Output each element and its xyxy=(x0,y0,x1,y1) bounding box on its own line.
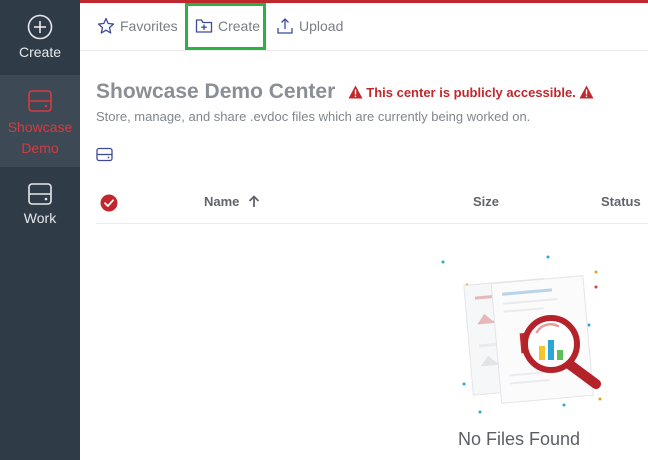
file-table-header: Name Size Status xyxy=(96,180,648,224)
sidebar-item-label: Work xyxy=(23,210,57,226)
page-subtitle: Store, manage, and share .evdoc files wh… xyxy=(96,109,531,124)
column-header-size[interactable]: Size xyxy=(473,194,499,209)
sidebar: Create Showcase Demo Work xyxy=(0,0,80,460)
arrow-up-icon xyxy=(249,195,260,207)
drive-icon xyxy=(28,90,52,112)
title-row: Showcase Demo Center This center is publ… xyxy=(96,80,597,104)
favorites-button[interactable]: Favorites xyxy=(97,15,178,37)
star-icon xyxy=(97,17,115,34)
warning-icon xyxy=(579,85,594,99)
favorites-label: Favorites xyxy=(120,18,178,34)
plus-circle-icon xyxy=(27,14,53,40)
drive-icon xyxy=(28,183,52,205)
create-label: Create xyxy=(218,18,261,34)
storage-icon[interactable] xyxy=(96,147,113,167)
sidebar-item-label: Showcase Demo xyxy=(7,119,73,156)
sidebar-item-label: Create xyxy=(18,44,62,60)
upload-button[interactable]: Upload xyxy=(276,15,343,37)
upload-icon xyxy=(277,18,293,34)
column-header-name[interactable]: Name xyxy=(204,194,260,209)
toolbar: Favorites Create Upload xyxy=(80,3,648,51)
column-header-status[interactable]: Status xyxy=(601,194,641,209)
column-name-label: Name xyxy=(204,194,240,209)
check-circle-icon xyxy=(100,194,118,212)
create-button[interactable]: Create xyxy=(195,15,260,37)
upload-label: Upload xyxy=(299,18,344,34)
sidebar-item-work[interactable]: Work xyxy=(0,182,80,242)
sidebar-item-create[interactable]: Create xyxy=(0,14,80,72)
no-files-illustration xyxy=(441,255,602,414)
drive-icon xyxy=(96,147,113,162)
warning-icon xyxy=(348,85,363,99)
page-title: Showcase Demo Center xyxy=(96,80,336,103)
select-all-checkbox[interactable] xyxy=(100,194,118,217)
public-warning: This center is publicly accessible. xyxy=(345,85,597,100)
warning-text: This center is publicly accessible. xyxy=(366,84,576,100)
sidebar-item-showcase-demo[interactable]: Showcase Demo xyxy=(0,75,80,167)
empty-state-message: No Files Found xyxy=(458,429,581,449)
folder-plus-icon xyxy=(195,19,213,33)
